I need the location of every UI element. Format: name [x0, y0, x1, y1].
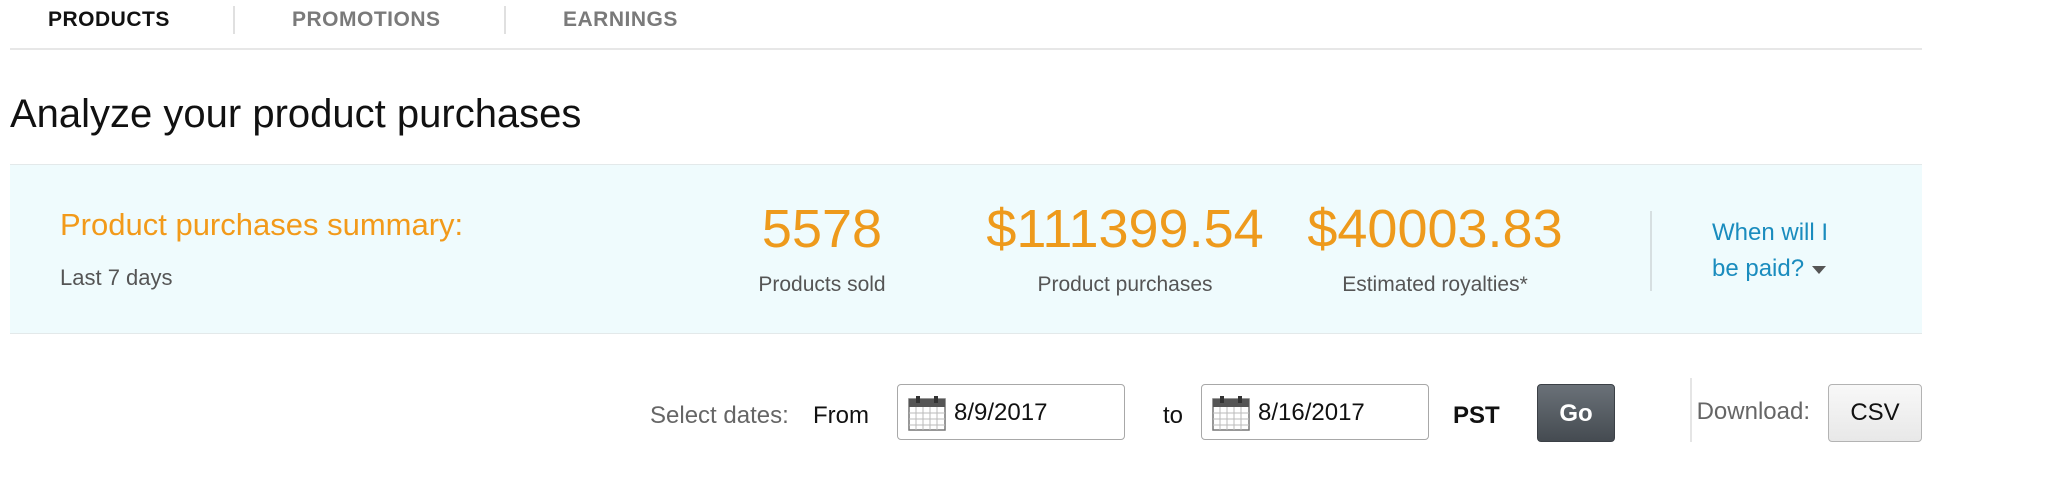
- page-title: Analyze your product purchases: [10, 92, 582, 136]
- when-paid-line1: When will I: [1712, 219, 1829, 246]
- date-range-controls: Select dates: From 8/9/2017 to 8/16/2017…: [10, 378, 1922, 450]
- timezone-label: PST: [1453, 402, 1500, 429]
- tab-separator: [233, 6, 235, 34]
- when-will-i-be-paid-link[interactable]: When will I be paid?: [1712, 215, 1882, 287]
- page: PRODUCTS PROMOTIONS EARNINGS Analyze you…: [10, 0, 1922, 484]
- metric-value: $40003.83: [1307, 199, 1563, 259]
- metric-estimated-royalties: $40003.83 Estimated royalties*: [1290, 201, 1580, 297]
- when-paid-line2: be paid?: [1712, 255, 1805, 282]
- select-dates-label: Select dates:: [650, 402, 789, 429]
- metric-label: Products sold: [758, 273, 886, 296]
- go-button[interactable]: Go: [1537, 384, 1615, 442]
- metric-label: Estimated royalties*: [1342, 273, 1528, 296]
- purchases-summary-panel: Product purchases summary: Last 7 days 5…: [10, 164, 1922, 334]
- calendar-icon[interactable]: [908, 395, 946, 431]
- calendar-icon[interactable]: [1212, 395, 1250, 431]
- from-label: From: [813, 402, 869, 429]
- metric-product-purchases: $111399.54 Product purchases: [975, 201, 1275, 297]
- summary-divider: [1650, 211, 1652, 291]
- tab-earnings[interactable]: EARNINGS: [563, 8, 678, 32]
- to-date-value: 8/16/2017: [1258, 399, 1365, 426]
- summary-heading: Product purchases summary:: [60, 207, 464, 242]
- metric-value: $111399.54: [986, 199, 1264, 259]
- metric-label: Product purchases: [1037, 273, 1213, 296]
- caret-down-icon: [1812, 265, 1827, 274]
- to-date-input[interactable]: 8/16/2017: [1201, 384, 1429, 440]
- metric-products-sold: 5578 Products sold: [722, 201, 922, 297]
- tab-products[interactable]: PRODUCTS: [48, 8, 170, 32]
- to-label: to: [1163, 402, 1184, 429]
- tab-promotions[interactable]: PROMOTIONS: [292, 8, 441, 32]
- tab-separator: [504, 6, 506, 34]
- from-date-value: 8/9/2017: [954, 399, 1048, 426]
- metric-value: 5578: [761, 199, 883, 259]
- summary-period: Last 7 days: [60, 265, 173, 290]
- from-date-input[interactable]: 8/9/2017: [897, 384, 1125, 440]
- tab-bar: PRODUCTS PROMOTIONS EARNINGS: [10, 0, 1922, 50]
- csv-download-button[interactable]: CSV: [1828, 384, 1922, 442]
- download-label: Download:: [1696, 398, 1810, 425]
